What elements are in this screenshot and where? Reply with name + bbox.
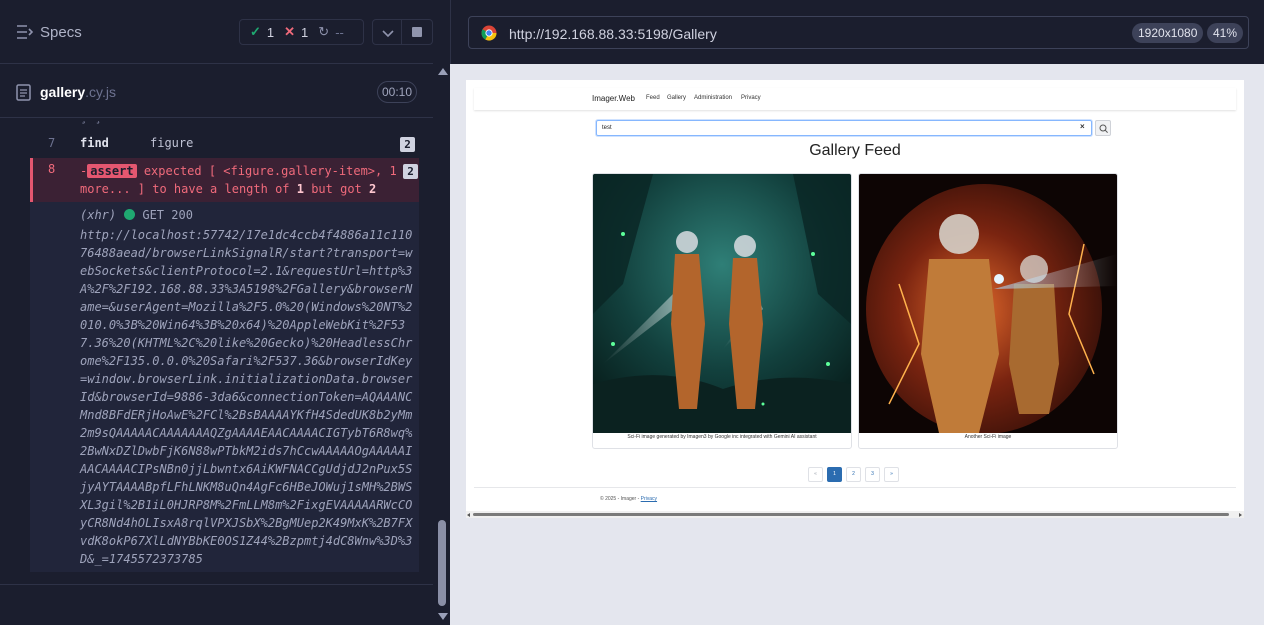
assert-expected-text: expected [ <figure.gallery-item>, 1 bbox=[143, 164, 397, 178]
pagination: « 1 2 3 » bbox=[808, 467, 899, 483]
stop-button[interactable] bbox=[402, 19, 433, 45]
gallery-caption: Another Sci-Fi image bbox=[964, 434, 1012, 440]
footer-text: © 2025 - Imager - bbox=[600, 496, 641, 502]
failed-count: 1 bbox=[301, 24, 309, 40]
nav-link-privacy[interactable]: Privacy bbox=[741, 95, 761, 101]
command-log: ¸ ¸ 7 find figure 2 8 -assert expected [… bbox=[30, 118, 419, 572]
xhr-header: (xhr) GET 200 bbox=[80, 208, 193, 222]
chevron-down-icon bbox=[382, 30, 394, 38]
scroll-left-arrow-icon[interactable] bbox=[467, 513, 470, 517]
page-3[interactable]: 3 bbox=[865, 467, 880, 482]
assert-text-a: more... ] to have a length of bbox=[80, 182, 297, 196]
assert-message-line-2: more... ] to have a length of 1 but got … bbox=[80, 182, 376, 196]
run-duration-badge: 00:10 bbox=[377, 81, 417, 103]
specs-label[interactable]: Specs bbox=[40, 24, 82, 41]
document-icon bbox=[16, 84, 31, 101]
preview-header: http://192.168.88.33:5198/Gallery 1920x1… bbox=[450, 0, 1264, 64]
cypress-runner-panel: Specs ✓ 1 ✕ 1 ↻ -- gallery.cy.js 00:10 7… bbox=[0, 0, 450, 625]
element-count-badge: 2 bbox=[400, 137, 415, 152]
clear-search-icon[interactable]: × bbox=[1080, 122, 1085, 131]
scrollbar-thumb[interactable] bbox=[438, 520, 446, 606]
footer-privacy-link[interactable]: Privacy bbox=[641, 496, 657, 502]
search-icon bbox=[1099, 124, 1108, 133]
assert-actual-length: 2 bbox=[369, 182, 377, 196]
panel-divider bbox=[0, 584, 433, 585]
url-text: http://192.168.88.33:5198/Gallery bbox=[509, 26, 717, 42]
zoom-level-badge[interactable]: 41% bbox=[1207, 23, 1244, 43]
menu-icon[interactable] bbox=[16, 24, 34, 40]
nav-link-administration[interactable]: Administration bbox=[694, 95, 732, 101]
assert-text-c: but got bbox=[303, 182, 370, 196]
spec-file-name[interactable]: gallery.cy.js bbox=[40, 84, 116, 100]
command-number: 8 bbox=[48, 162, 56, 176]
specs-header: Specs ✓ 1 ✕ 1 ↻ -- bbox=[0, 0, 433, 64]
site-navbar: Imager.Web Feed Gallery Administration P… bbox=[474, 88, 1236, 110]
gallery-image[interactable] bbox=[859, 174, 1117, 433]
pending-stat: ↻ -- bbox=[318, 24, 344, 40]
command-message: figure bbox=[150, 136, 194, 150]
chrome-icon bbox=[481, 25, 497, 41]
viewport-size-badge[interactable]: 1920x1080 bbox=[1132, 23, 1204, 43]
url-bar[interactable]: http://192.168.88.33:5198/Gallery 1920x1… bbox=[468, 16, 1249, 49]
page-title: Gallery Feed bbox=[809, 142, 901, 159]
gallery-image[interactable] bbox=[593, 174, 851, 433]
x-icon: ✕ bbox=[284, 24, 296, 39]
search-button[interactable] bbox=[1095, 120, 1111, 136]
gallery-caption: Sci-Fi image generated by Imagen3 by Goo… bbox=[627, 434, 817, 440]
page-1[interactable]: 1 bbox=[827, 467, 842, 482]
gallery-item[interactable]: Sci-Fi image generated by Imagen3 by Goo… bbox=[592, 173, 852, 449]
site-brand[interactable]: Imager.Web bbox=[592, 94, 635, 103]
clipped-command-text: ¸ ¸ bbox=[80, 118, 102, 124]
gallery-item[interactable]: Another Sci-Fi image bbox=[858, 173, 1118, 449]
scroll-up-arrow-icon[interactable] bbox=[438, 68, 448, 75]
command-log-scrollbar[interactable] bbox=[436, 64, 449, 625]
spinner-icon: ↻ bbox=[318, 24, 330, 39]
spec-file-header: gallery.cy.js 00:10 bbox=[0, 64, 433, 118]
app-preview-panel: http://192.168.88.33:5198/Gallery 1920x1… bbox=[450, 0, 1264, 625]
nav-link-gallery[interactable]: Gallery bbox=[667, 95, 686, 101]
assert-expected-length: 1 bbox=[296, 182, 304, 196]
xhr-log-entry[interactable]: (xhr) GET 200 http://localhost:57742/17e… bbox=[30, 202, 419, 572]
footer-divider bbox=[474, 487, 1236, 488]
preview-horizontal-scrollbar[interactable] bbox=[466, 511, 1244, 518]
page-next[interactable]: » bbox=[884, 467, 899, 482]
site-footer: © 2025 - Imager - Privacy bbox=[600, 496, 657, 502]
spec-file-basename: gallery bbox=[40, 84, 86, 100]
options-dropdown-button[interactable] bbox=[372, 19, 402, 45]
check-icon: ✓ bbox=[250, 24, 261, 39]
nav-link-feed[interactable]: Feed bbox=[646, 95, 660, 101]
command-row-assert-failed[interactable]: 8 - assert expected [ <figure.gallery-ite… bbox=[30, 158, 419, 202]
assert-message-line-1: - assert expected [ <figure.gallery-item>… bbox=[80, 164, 397, 178]
status-dot-icon bbox=[124, 209, 136, 220]
page-2[interactable]: 2 bbox=[846, 467, 861, 482]
xhr-url: http://localhost:57742/17e1dc4ccb4f4886a… bbox=[80, 228, 413, 566]
command-name: find bbox=[80, 136, 109, 150]
scroll-right-arrow-icon[interactable] bbox=[1239, 513, 1242, 517]
passed-stat: ✓ 1 bbox=[250, 24, 274, 40]
command-number: 7 bbox=[48, 136, 56, 150]
xhr-label: (xhr) bbox=[80, 208, 117, 222]
passed-count: 1 bbox=[266, 24, 275, 40]
stop-icon bbox=[412, 27, 422, 37]
scrollbar-thumb[interactable] bbox=[473, 513, 1229, 516]
assert-label: assert bbox=[87, 164, 137, 178]
spec-file-extension: .cy.js bbox=[85, 84, 116, 100]
command-row-find[interactable]: 7 find figure 2 bbox=[30, 132, 419, 158]
page-previous[interactable]: « bbox=[808, 467, 823, 482]
element-count-badge: 2 bbox=[403, 164, 418, 179]
scroll-down-arrow-icon[interactable] bbox=[438, 613, 448, 620]
search-bar: test × bbox=[596, 120, 1117, 138]
test-stats: ✓ 1 ✕ 1 ↻ -- bbox=[239, 19, 364, 45]
search-input[interactable]: test bbox=[596, 120, 1092, 136]
xhr-status: GET 200 bbox=[142, 208, 193, 222]
application-under-test-frame: Imager.Web Feed Gallery Administration P… bbox=[466, 80, 1244, 518]
pending-count: -- bbox=[335, 24, 344, 40]
failed-stat: ✕ 1 bbox=[284, 24, 308, 40]
